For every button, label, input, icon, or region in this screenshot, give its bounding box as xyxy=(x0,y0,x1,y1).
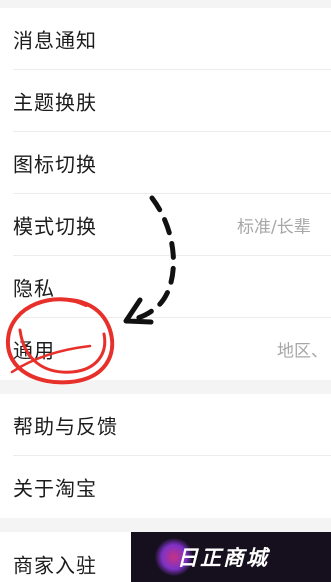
settings-item-label: 隐私 xyxy=(13,276,55,301)
settings-item-value: 地区、 xyxy=(277,341,328,362)
settings-item-help-feedback[interactable]: 帮助与反馈 xyxy=(0,394,331,456)
settings-item-label: 消息通知 xyxy=(13,28,97,53)
settings-item-theme[interactable]: 主题换肤 xyxy=(0,70,331,132)
settings-item-privacy[interactable]: 隐私 xyxy=(0,256,331,318)
settings-item-label: 商家入驻 xyxy=(13,553,97,578)
settings-item-value: 标准/长辈 xyxy=(237,217,311,238)
settings-item-label: 模式切换 xyxy=(13,214,97,239)
settings-item-about[interactable]: 关于淘宝 xyxy=(0,456,331,518)
settings-item-label: 关于淘宝 xyxy=(13,476,97,501)
watermark-text: 日正商城 xyxy=(177,546,269,570)
settings-item-general[interactable]: 通用 地区、 xyxy=(0,318,331,380)
settings-item-icon-switch[interactable]: 图标切换 xyxy=(0,132,331,194)
settings-item-mode-switch[interactable]: 模式切换 标准/长辈 xyxy=(0,194,331,256)
settings-item-notifications[interactable]: 消息通知 xyxy=(0,8,331,70)
watermark-logo: 日正商城 xyxy=(131,532,331,582)
settings-item-label: 主题换肤 xyxy=(13,90,97,115)
settings-screen: 消息通知 主题换肤 图标切换 模式切换 标准/长辈 隐私 通用 地区、 帮助与反… xyxy=(0,0,331,582)
settings-item-label: 图标切换 xyxy=(13,152,97,177)
settings-item-label: 帮助与反馈 xyxy=(13,414,118,439)
settings-item-label: 通用 xyxy=(13,338,55,363)
